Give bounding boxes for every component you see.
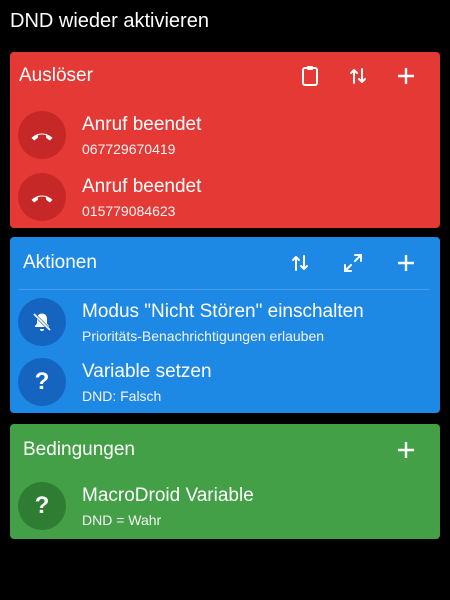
condition-row[interactable]: ? MacroDroid Variable DND = Wahr (10, 476, 440, 536)
triggers-card: Auslöser Anruf beendet 067729670419 Anru… (10, 52, 440, 228)
actions-title: Aktionen (23, 252, 97, 273)
question-glyph: ? (34, 368, 50, 395)
action-row[interactable]: Modus "Nicht Stören" einschalten Priorit… (10, 292, 440, 352)
condition-label: MacroDroid Variable (82, 484, 254, 506)
question-mark-icon: ? (18, 358, 66, 406)
action-detail: DND: Falsch (82, 387, 162, 404)
add-action-button[interactable] (382, 239, 430, 287)
add-condition-button[interactable] (382, 426, 430, 474)
trigger-detail: 067729670419 (82, 140, 176, 157)
add-icon (398, 442, 414, 458)
call-end-icon (18, 173, 66, 221)
action-label: Variable setzen (82, 360, 212, 382)
reorder-icon[interactable] (334, 52, 382, 100)
page-title: DND wieder aktivieren (10, 10, 209, 32)
action-label: Modus "Nicht Stören" einschalten (82, 300, 364, 322)
question-mark-icon: ? (18, 482, 66, 530)
conditions-title: Bedingungen (23, 439, 135, 460)
triggers-title: Auslöser (19, 65, 93, 86)
actions-header: Aktionen (10, 237, 440, 289)
notifications-off-icon (18, 298, 66, 346)
triggers-header: Auslöser (10, 52, 440, 100)
question-glyph: ? (34, 492, 50, 519)
add-icon (398, 68, 414, 84)
add-icon (398, 255, 414, 271)
conditions-header: Bedingungen (10, 424, 440, 476)
condition-detail: DND = Wahr (82, 511, 162, 528)
expand-icon[interactable] (329, 239, 377, 287)
trigger-row[interactable]: Anruf beendet 015779084623 (10, 166, 440, 228)
actions-card: Aktionen Modus "Nicht Stören" einschalte… (10, 237, 440, 413)
add-trigger-button[interactable] (382, 52, 430, 100)
action-detail: Prioritäts-Benachrichtigungen erlauben (82, 327, 325, 344)
action-row[interactable]: ? Variable setzen DND: Falsch (10, 352, 440, 412)
trigger-detail: 015779084623 (82, 202, 176, 219)
trigger-label: Anruf beendet (82, 113, 202, 135)
reorder-icon[interactable] (276, 239, 324, 287)
call-end-icon (18, 111, 66, 159)
actions-divider (18, 289, 430, 290)
trigger-row[interactable]: Anruf beendet 067729670419 (10, 104, 440, 166)
clipboard-icon[interactable] (286, 52, 334, 100)
conditions-card: Bedingungen ? MacroDroid Variable DND = … (10, 424, 440, 539)
trigger-label: Anruf beendet (82, 175, 202, 197)
